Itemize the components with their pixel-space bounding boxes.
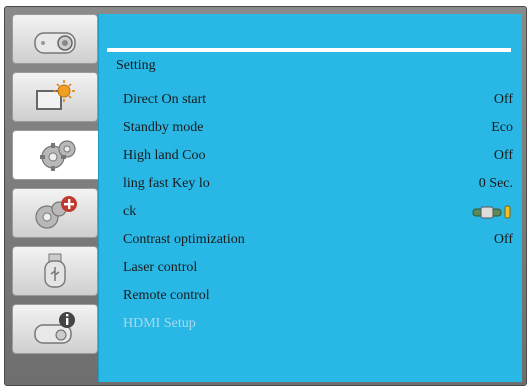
menu-item-value: Eco: [491, 120, 513, 135]
menu-panel: Setting Direct On start Off Standby mode…: [98, 14, 522, 382]
menu-item-cooling-fast[interactable]: ling fast Key lo 0 Sec.: [123, 173, 513, 195]
menu-item-label: Remote control: [123, 288, 210, 303]
menu-item-label: Laser control: [123, 260, 198, 275]
menu-item-hdmi-setup: HDMI Setup: [123, 313, 513, 335]
menu-item-label: ck: [123, 204, 137, 219]
menu-item-label: Contrast optimization: [123, 232, 245, 247]
divider: [107, 48, 511, 52]
tab-expanded-setting[interactable]: [12, 188, 98, 238]
menu-item-label: Standby mode: [123, 120, 204, 135]
page-title: Setting: [116, 58, 156, 73]
menu-item-high-land[interactable]: High land Coo Off: [123, 145, 513, 167]
menu-item-value: Off: [493, 148, 513, 163]
sidebar: [12, 14, 104, 378]
menu-item-value: 0 Sec.: [478, 176, 513, 191]
menu-item-contrast-optimization[interactable]: Contrast optimization Off: [123, 229, 513, 251]
menu-item-value: Off: [493, 232, 513, 247]
menu-item-direct-on-start[interactable]: Direct On start Off: [123, 89, 513, 111]
tab-info[interactable]: [12, 304, 98, 354]
tab-picture[interactable]: [12, 72, 98, 122]
menu-item-standby-mode[interactable]: Standby mode Eco: [123, 117, 513, 139]
info-icon: [34, 312, 75, 344]
menu-item-key-lock[interactable]: ck: [123, 201, 513, 223]
tab-setting[interactable]: [12, 130, 104, 180]
tab-display[interactable]: [12, 14, 98, 64]
tab-usb[interactable]: [12, 246, 98, 296]
menu-item-remote-control[interactable]: Remote control: [123, 285, 513, 307]
menu-item-label: HDMI Setup: [123, 316, 196, 331]
menu-item-label: ling fast Key lo: [123, 176, 210, 191]
display-icon: [34, 32, 76, 54]
expanded-setting-icon: [35, 196, 77, 229]
menu-item-value: Off: [493, 92, 513, 107]
usb-icon: [44, 253, 66, 288]
menu-item-label: Direct On start: [123, 92, 207, 107]
settings-gears-icon: [39, 140, 76, 171]
menu-item-laser-control[interactable]: Laser control: [123, 257, 513, 279]
slider-icon: [472, 205, 511, 219]
picture-icon: [36, 80, 75, 110]
menu-item-label: High land Coo: [123, 148, 206, 163]
